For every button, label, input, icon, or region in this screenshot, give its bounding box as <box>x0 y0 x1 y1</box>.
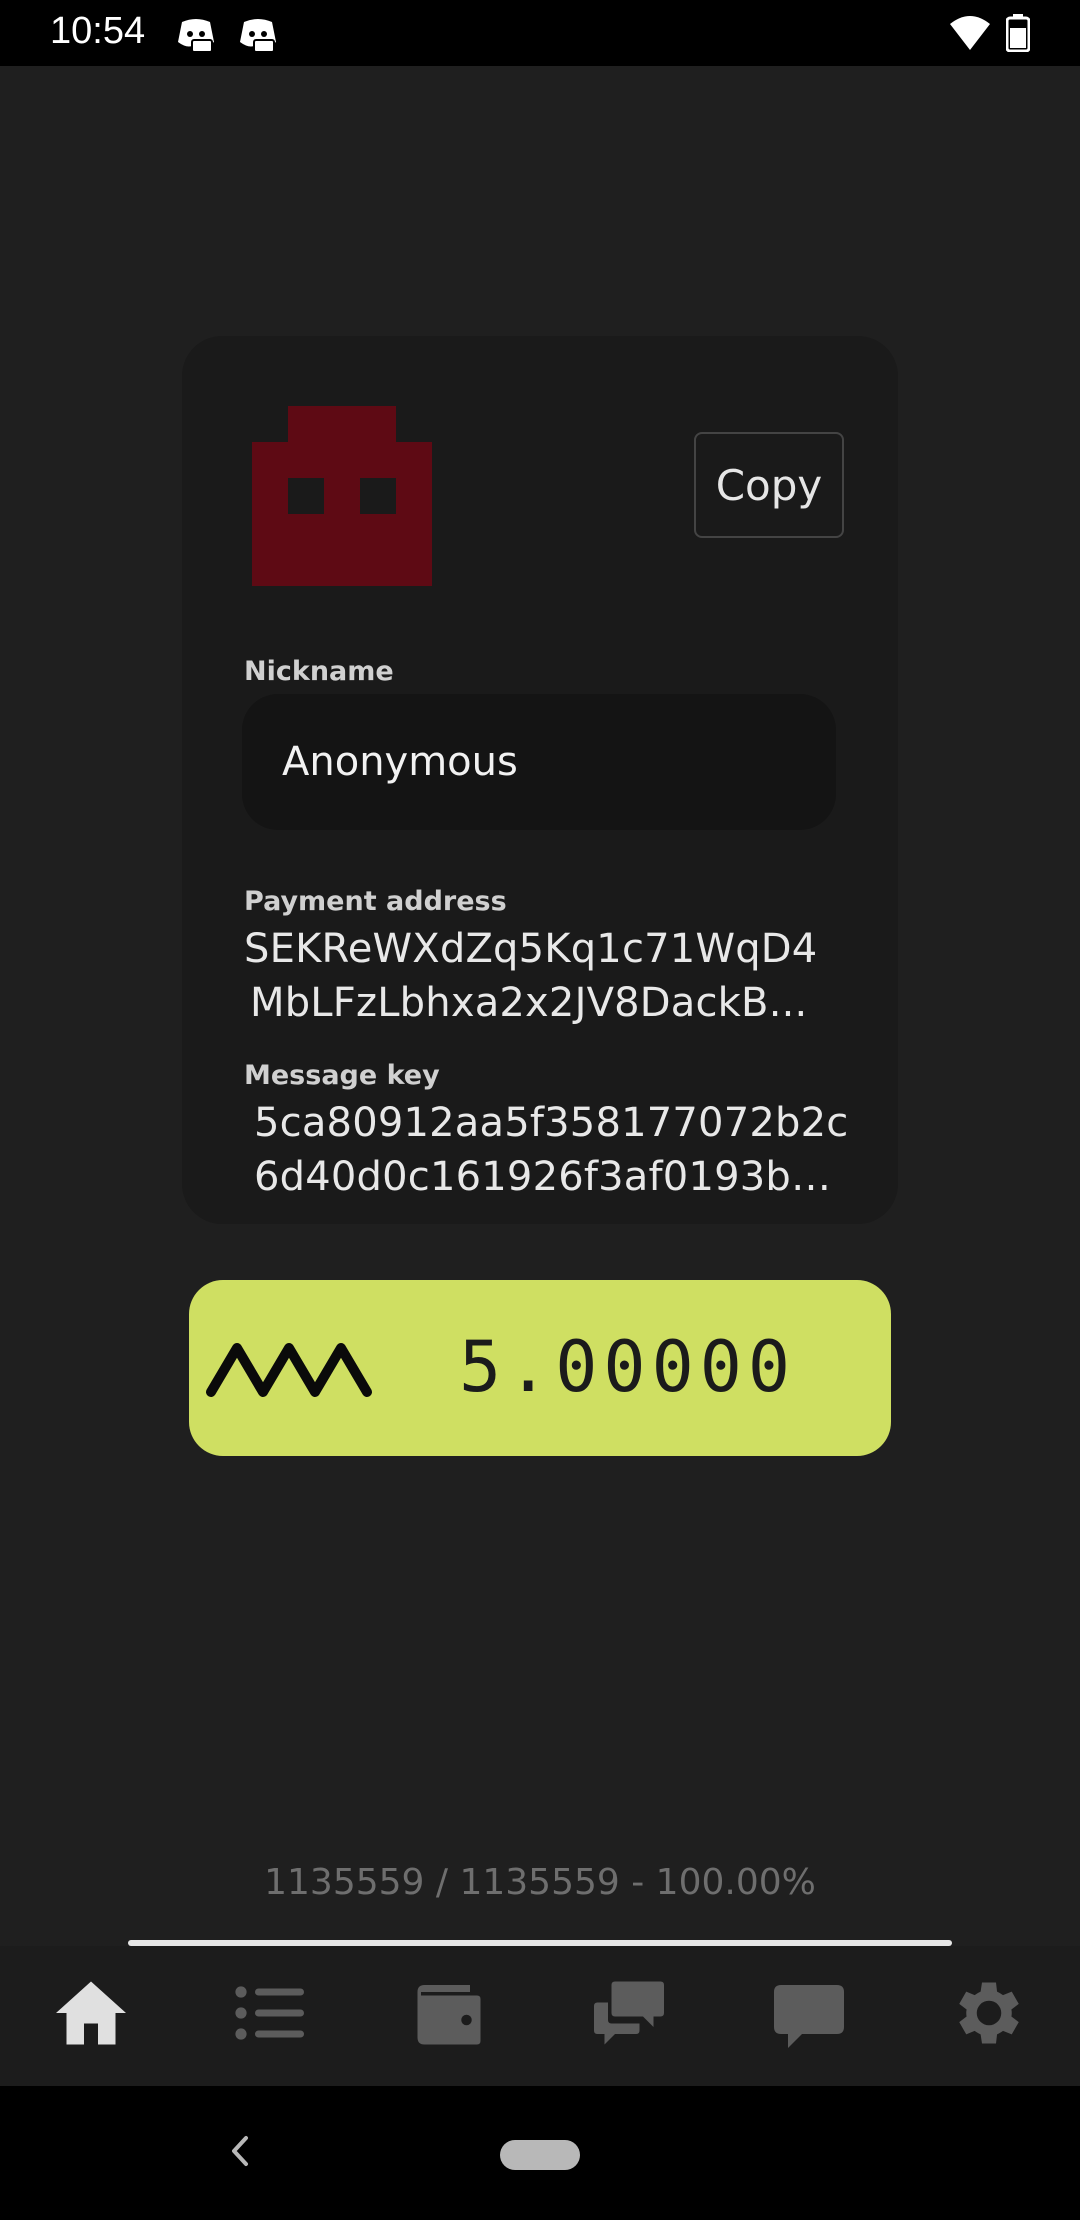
battery-icon <box>1006 14 1030 52</box>
identicon-avatar <box>252 406 432 586</box>
wifi-icon <box>950 16 990 50</box>
balance-display[interactable]: 5.00000 <box>189 1280 891 1456</box>
nav-settings[interactable] <box>944 1968 1034 2058</box>
balance-amount: 5.00000 <box>459 1326 797 1408</box>
nickname-field[interactable]: Anonymous <box>242 694 836 830</box>
settings-icon <box>959 1982 1019 2044</box>
nav-messages[interactable] <box>764 1968 854 2058</box>
discord-icon <box>240 19 276 52</box>
sync-status-text: 1135559 / 1135559 - 100.00% <box>264 1862 816 1903</box>
message-key-line1: 5ca80912aa5f358177072b2c <box>254 1100 849 1146</box>
nav-home[interactable] <box>46 1968 136 2058</box>
status-bar: 10:54 <box>0 0 1080 66</box>
profile-card: Copy Nickname Anonymous Payment address … <box>182 336 898 1224</box>
payment-address-label: Payment address <box>244 886 507 917</box>
back-icon[interactable] <box>220 2126 260 2176</box>
system-navigation-bar <box>0 2086 1080 2220</box>
copy-button[interactable]: Copy <box>694 432 844 538</box>
currency-logo-icon <box>206 1343 372 1397</box>
bottom-navigation <box>0 1946 1080 2086</box>
home-icon <box>56 1981 126 2045</box>
message-icon <box>774 1985 844 2048</box>
list-icon <box>235 1986 304 2040</box>
nav-chats[interactable] <box>584 1968 674 2058</box>
discord-icon <box>178 19 214 52</box>
nav-wallet[interactable] <box>404 1968 494 2058</box>
nickname-label: Nickname <box>244 656 394 687</box>
payment-address-line1: SEKReWXdZq5Kq1c71WqD4 <box>244 926 818 972</box>
chats-icon <box>594 1981 664 2045</box>
message-key-label: Message key <box>244 1060 440 1091</box>
status-time: 10:54 <box>50 10 146 52</box>
wallet-icon <box>417 1985 481 2045</box>
message-key-line2: 6d40d0c161926f3af0193b5... <box>254 1154 854 1200</box>
nav-transactions[interactable] <box>224 1968 314 2058</box>
payment-address-line2: MbLFzLbhxa2x2JV8DackB... <box>250 980 808 1026</box>
home-gesture-pill[interactable] <box>500 2140 580 2170</box>
